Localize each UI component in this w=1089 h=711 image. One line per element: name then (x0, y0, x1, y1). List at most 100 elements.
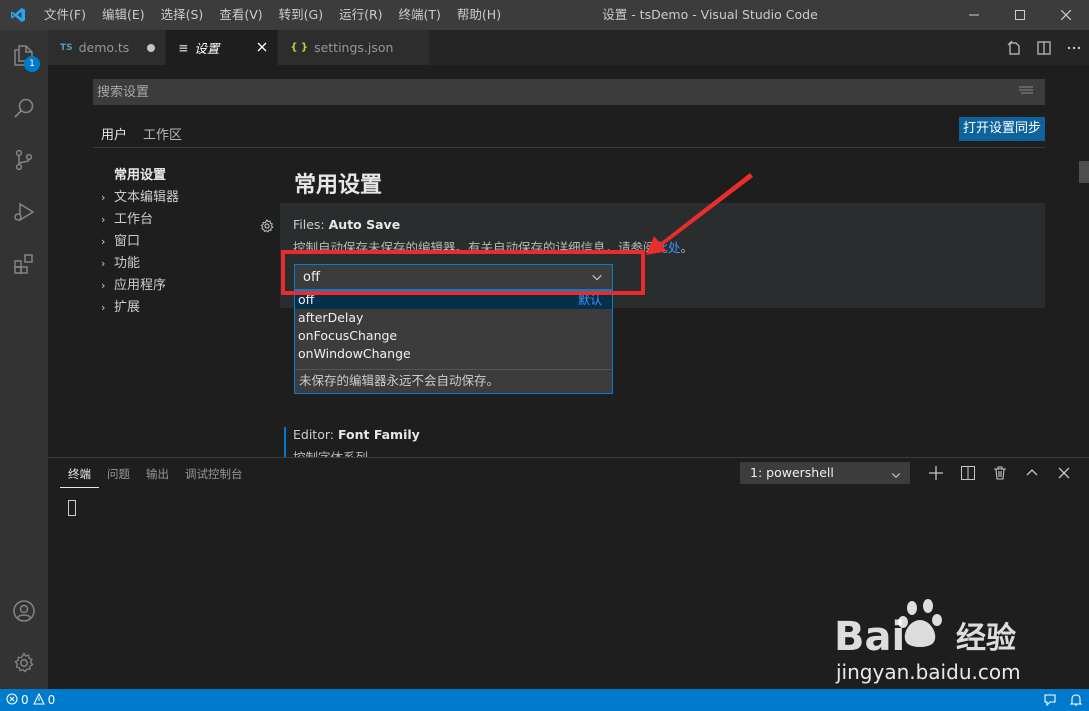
warning-icon (32, 692, 45, 708)
split-terminal-button[interactable] (952, 462, 984, 484)
terminal-select-value: 1: powershell (750, 465, 834, 480)
toc-item-features[interactable]: › 功能 (93, 253, 273, 275)
close-icon (1061, 10, 1071, 20)
toc-item-workbench[interactable]: › 工作台 (93, 209, 273, 231)
toc-label: 扩展 (114, 300, 141, 315)
option-on-window-change[interactable]: onWindowChange (295, 345, 612, 363)
split-editor-icon (1037, 40, 1051, 55)
split-editor-button[interactable] (1029, 30, 1059, 65)
chevron-right-icon: › (101, 235, 106, 248)
tab-label: demo.ts (78, 40, 130, 55)
toc-item-extensions[interactable]: › 扩展 (93, 297, 273, 319)
open-settings-sync-button[interactable]: 打开设置同步 (959, 117, 1046, 141)
clear-filter-icon[interactable] (1019, 85, 1033, 101)
settings-scope-tabs: 用户 工作区 (93, 120, 190, 148)
maximize-icon (1015, 10, 1025, 20)
explorer-badge: 1 (24, 56, 40, 72)
accounts-button[interactable] (0, 585, 48, 637)
problems-status[interactable]: 0 0 (0, 692, 61, 708)
tab-debug-console[interactable]: 调试控制台 (177, 464, 251, 488)
settings-search-input[interactable] (97, 84, 997, 100)
watermark-url: jingyan.baidu.com (836, 660, 1021, 684)
extensions-button[interactable] (0, 238, 48, 290)
close-icon (1058, 467, 1070, 479)
section-title: 常用设置 (294, 173, 383, 198)
terminal-select[interactable]: 1: powershell (740, 462, 910, 484)
error-count: 0 (21, 693, 29, 707)
svg-text:经验: 经验 (956, 621, 1016, 656)
tab-label: 设置 (194, 41, 220, 56)
explorer-button[interactable]: 1 (0, 30, 48, 82)
tab-output[interactable]: 输出 (138, 464, 177, 488)
baidu-jingyan-watermark: Bai 经验 jingyan.baidu.com (830, 598, 1060, 688)
menu-edit[interactable]: 编辑(E) (94, 0, 153, 30)
scrollbar-thumb[interactable] (1079, 161, 1089, 183)
menu-file[interactable]: 文件(F) (36, 0, 94, 30)
menu-go[interactable]: 转到(G) (271, 0, 331, 30)
menu-run[interactable]: 运行(R) (331, 0, 390, 30)
warning-count: 0 (47, 693, 56, 707)
tab-demo-ts[interactable]: TS demo.ts (48, 30, 167, 65)
option-after-delay[interactable]: afterDelay (295, 309, 612, 327)
notifications-button[interactable] (1063, 693, 1089, 707)
activity-bar: 1 (0, 30, 48, 689)
option-description: 未保存的编辑器永远不会自动保存。 (295, 369, 612, 393)
setting-gear-icon[interactable] (260, 218, 274, 237)
menu-view[interactable]: 查看(V) (211, 0, 270, 30)
activity-bar-bottom (0, 585, 48, 689)
tab-terminal[interactable]: 终端 (60, 464, 99, 488)
status-bar-right (1037, 689, 1089, 711)
new-terminal-button[interactable] (920, 462, 952, 484)
feedback-button[interactable] (1037, 693, 1063, 707)
maximize-button[interactable] (997, 0, 1043, 30)
close-tab-icon[interactable] (257, 40, 267, 55)
settings-search-box (93, 79, 1045, 105)
settings-toc: 常用设置 › 文本编辑器 › 工作台 › 窗口 › 功能 › 应用程序 › 扩展 (93, 165, 273, 319)
vscode-logo-icon (0, 0, 36, 30)
chevron-right-icon: › (101, 301, 106, 314)
tab-problems[interactable]: 问题 (99, 464, 138, 488)
toc-label: 窗口 (114, 234, 141, 249)
trash-icon (994, 466, 1006, 480)
json-file-icon: { } (290, 42, 309, 53)
source-control-button[interactable] (0, 134, 48, 186)
setting-modified-marker (284, 427, 286, 457)
unsaved-dot-icon[interactable] (147, 43, 156, 52)
setting-category: Files: (293, 217, 329, 232)
menu-selection[interactable]: 选择(S) (153, 0, 212, 30)
close-panel-button[interactable] (1048, 462, 1080, 484)
kill-terminal-button[interactable] (984, 462, 1016, 484)
option-on-focus-change[interactable]: onFocusChange (295, 327, 612, 345)
tab-settings-json[interactable]: { } settings.json (278, 30, 431, 65)
highlight-box (281, 250, 645, 295)
maximize-panel-button[interactable] (1016, 462, 1048, 484)
open-settings-json-button[interactable] (999, 30, 1029, 65)
manage-button[interactable] (0, 637, 48, 689)
toc-item-window[interactable]: › 窗口 (93, 231, 273, 253)
setting-font-family-title: Editor: Font Family (293, 427, 420, 442)
here-link[interactable]: 此处 (656, 240, 681, 255)
split-icon (961, 466, 975, 480)
run-debug-button[interactable] (0, 186, 48, 238)
minimize-button[interactable] (951, 0, 997, 30)
terminal-cursor[interactable] (68, 500, 76, 516)
tab-settings[interactable]: ≡ 设置 (166, 30, 279, 65)
toc-item-text-editor[interactable]: › 文本编辑器 (93, 187, 273, 209)
toc-item-commonly-used[interactable]: 常用设置 (93, 165, 273, 187)
editor-actions (999, 30, 1089, 65)
menu-terminal[interactable]: 终端(T) (391, 0, 449, 30)
chevron-right-icon: › (101, 213, 106, 226)
tab-label: settings.json (314, 40, 394, 55)
panel-tabs: 终端 问题 输出 调试控制台 (60, 464, 251, 488)
scope-divider (93, 147, 1045, 148)
close-window-button[interactable] (1043, 0, 1089, 30)
search-button[interactable] (0, 82, 48, 134)
search-icon (14, 98, 34, 118)
chevron-right-icon: › (101, 191, 106, 204)
menu-help[interactable]: 帮助(H) (449, 0, 509, 30)
tab-user[interactable]: 用户 (93, 120, 136, 148)
more-actions-button[interactable] (1059, 30, 1089, 65)
editor-tab-bar: TS demo.ts ≡ 设置 { } settings.json (48, 30, 1089, 65)
toc-item-application[interactable]: › 应用程序 (93, 275, 273, 297)
tab-workspace[interactable]: 工作区 (135, 120, 190, 148)
